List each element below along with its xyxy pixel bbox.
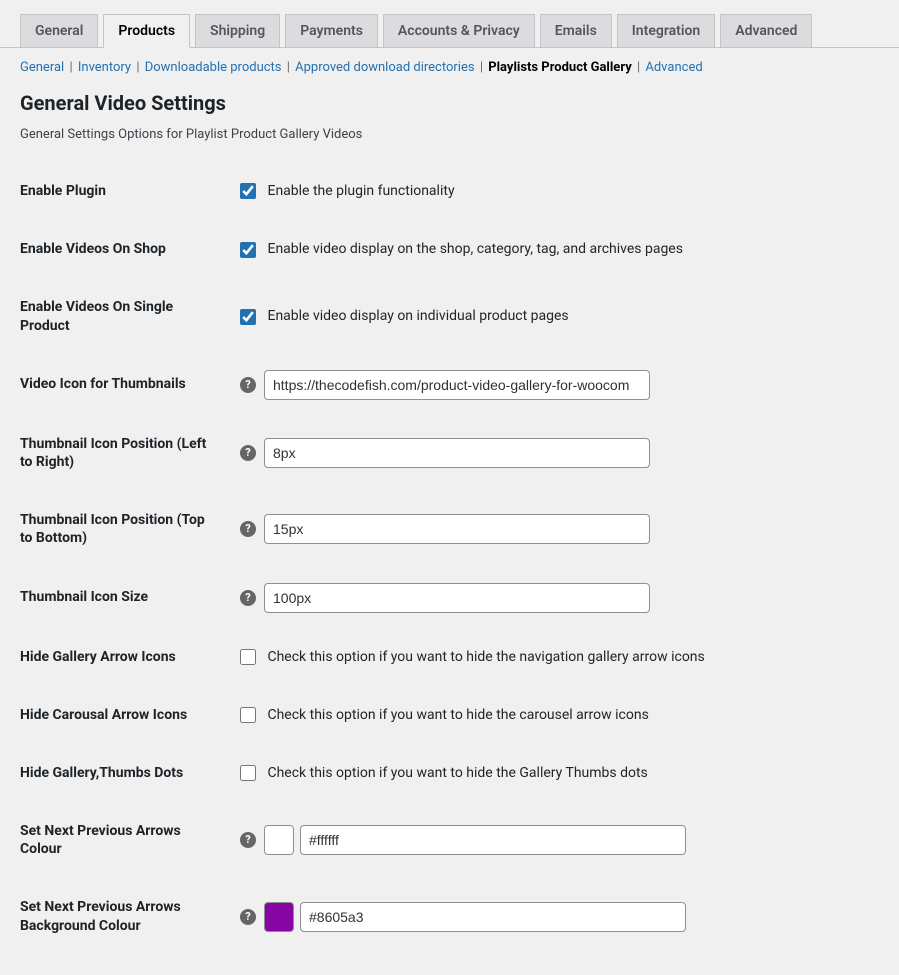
settings-form: Enable Plugin Enable the plugin function… bbox=[20, 162, 879, 955]
hide-thumbs-dots-checkbox[interactable] bbox=[240, 765, 256, 781]
hide-carousel-arrows-label: Hide Carousal Arrow Icons bbox=[20, 686, 230, 744]
icon-left-label: Thumbnail Icon Position (Left to Right) bbox=[20, 415, 230, 491]
hide-carousel-arrows-row[interactable]: Check this option if you want to hide th… bbox=[240, 707, 649, 723]
subnav-general[interactable]: General bbox=[20, 60, 64, 75]
enable-plugin-desc: Enable the plugin functionality bbox=[267, 183, 454, 199]
hide-thumbs-dots-desc: Check this option if you want to hide th… bbox=[267, 765, 647, 781]
hide-thumbs-dots-row[interactable]: Check this option if you want to hide th… bbox=[240, 765, 648, 781]
hide-thumbs-dots-label: Hide Gallery,Thumbs Dots bbox=[20, 744, 230, 802]
subnav-inventory[interactable]: Inventory bbox=[78, 60, 131, 75]
enable-shop-checkbox[interactable] bbox=[240, 242, 256, 258]
page-title: General Video Settings bbox=[20, 91, 879, 115]
enable-plugin-checkbox[interactable] bbox=[240, 183, 256, 199]
subnav-approved-directories[interactable]: Approved download directories bbox=[295, 60, 474, 75]
icon-top-label: Thumbnail Icon Position (Top to Bottom) bbox=[20, 491, 230, 567]
arrows-colour-swatch[interactable] bbox=[264, 825, 294, 855]
help-icon[interactable]: ? bbox=[240, 521, 256, 537]
page-description: General Settings Options for Playlist Pr… bbox=[20, 127, 879, 142]
enable-shop-row[interactable]: Enable video display on the shop, catego… bbox=[240, 241, 683, 257]
separator: | bbox=[285, 60, 295, 75]
tab-products[interactable]: Products bbox=[103, 14, 190, 48]
subnav-advanced[interactable]: Advanced bbox=[645, 60, 702, 75]
hide-gallery-arrows-checkbox[interactable] bbox=[240, 649, 256, 665]
sub-navigation: General | Inventory | Downloadable produ… bbox=[0, 48, 899, 83]
help-icon[interactable]: ? bbox=[240, 445, 256, 461]
icon-size-label: Thumbnail Icon Size bbox=[20, 568, 230, 628]
separator: | bbox=[67, 60, 77, 75]
enable-shop-desc: Enable video display on the shop, catego… bbox=[267, 241, 682, 257]
tab-integration[interactable]: Integration bbox=[617, 14, 715, 47]
tab-advanced[interactable]: Advanced bbox=[720, 14, 812, 47]
enable-plugin-label: Enable Plugin bbox=[20, 162, 230, 220]
hide-carousel-arrows-checkbox[interactable] bbox=[240, 707, 256, 723]
icon-top-input[interactable] bbox=[264, 514, 650, 544]
help-icon[interactable]: ? bbox=[240, 590, 256, 606]
enable-single-row[interactable]: Enable video display on individual produ… bbox=[240, 308, 569, 324]
enable-shop-label: Enable Videos On Shop bbox=[20, 220, 230, 278]
icon-size-input[interactable] bbox=[264, 583, 650, 613]
enable-single-desc: Enable video display on individual produ… bbox=[267, 308, 568, 324]
hide-gallery-arrows-row[interactable]: Check this option if you want to hide th… bbox=[240, 649, 705, 665]
subnav-playlists-gallery[interactable]: Playlists Product Gallery bbox=[488, 60, 632, 75]
arrows-colour-input[interactable] bbox=[300, 825, 686, 855]
enable-single-label: Enable Videos On Single Product bbox=[20, 278, 230, 354]
help-icon[interactable]: ? bbox=[240, 377, 256, 393]
arrows-bg-colour-input[interactable] bbox=[300, 902, 686, 932]
primary-tabs: General Products Shipping Payments Accou… bbox=[0, 0, 899, 48]
hide-gallery-arrows-label: Hide Gallery Arrow Icons bbox=[20, 628, 230, 686]
tab-general[interactable]: General bbox=[20, 14, 98, 47]
separator: | bbox=[134, 60, 144, 75]
tab-payments[interactable]: Payments bbox=[285, 14, 378, 47]
help-icon[interactable]: ? bbox=[240, 909, 256, 925]
icon-left-input[interactable] bbox=[264, 438, 650, 468]
help-icon[interactable]: ? bbox=[240, 832, 256, 848]
subnav-downloadable[interactable]: Downloadable products bbox=[145, 60, 282, 75]
hide-gallery-arrows-desc: Check this option if you want to hide th… bbox=[267, 649, 704, 665]
separator: | bbox=[635, 60, 645, 75]
video-icon-label: Video Icon for Thumbnails bbox=[20, 355, 230, 415]
separator: | bbox=[478, 60, 488, 75]
hide-carousel-arrows-desc: Check this option if you want to hide th… bbox=[267, 707, 648, 723]
enable-plugin-row[interactable]: Enable the plugin functionality bbox=[240, 183, 455, 199]
video-icon-input[interactable] bbox=[264, 370, 650, 400]
arrows-bg-colour-swatch[interactable] bbox=[264, 902, 294, 932]
enable-single-checkbox[interactable] bbox=[240, 309, 256, 325]
tab-accounts-privacy[interactable]: Accounts & Privacy bbox=[383, 14, 535, 47]
arrows-colour-label: Set Next Previous Arrows Colour bbox=[20, 802, 230, 878]
tab-shipping[interactable]: Shipping bbox=[195, 14, 280, 47]
tab-emails[interactable]: Emails bbox=[540, 14, 612, 47]
arrows-bg-colour-label: Set Next Previous Arrows Background Colo… bbox=[20, 878, 230, 954]
